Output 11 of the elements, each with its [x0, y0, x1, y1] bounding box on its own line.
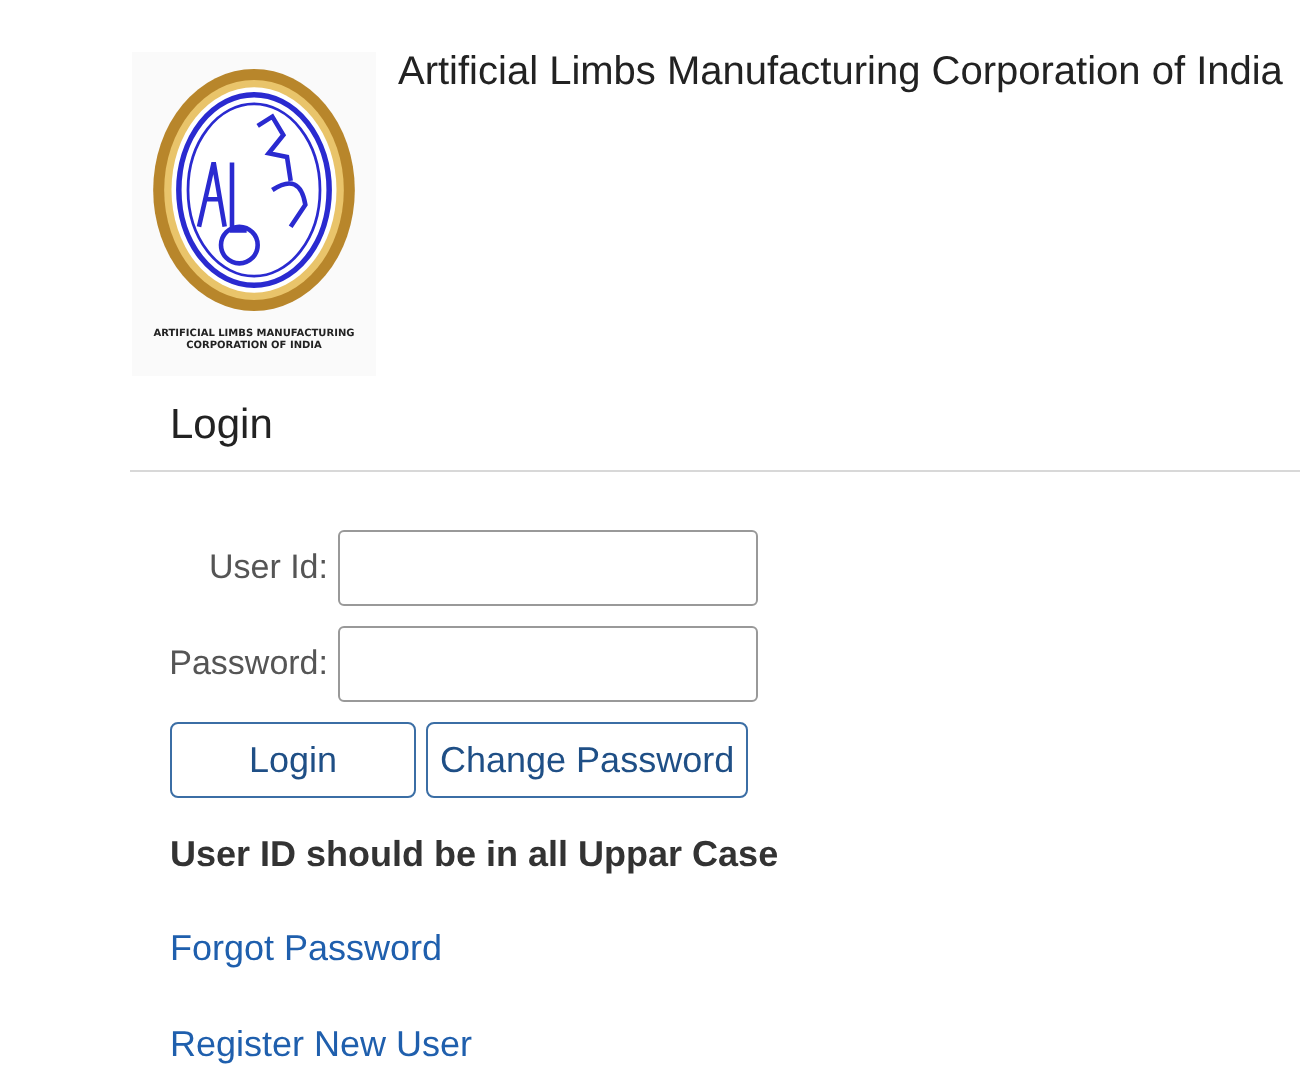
field-label: User Id: [206, 546, 328, 590]
uppercase-note: User ID should be in all Uppar Case [170, 834, 779, 876]
login-button[interactable]: Login [170, 722, 416, 798]
organization-title: Artificial Limbs Manufacturing Corporation of India [398, 50, 1283, 96]
login-heading: Login [170, 400, 275, 452]
forgot-password-link[interactable]: Forgot Password [170, 926, 443, 972]
field-label: Password: [167, 642, 328, 686]
register-link[interactable]: Register New User [170, 1022, 473, 1068]
user-id-field[interactable] [338, 530, 758, 606]
password-field[interactable] [338, 626, 758, 702]
change-password-button[interactable]: Change Password [426, 722, 749, 798]
